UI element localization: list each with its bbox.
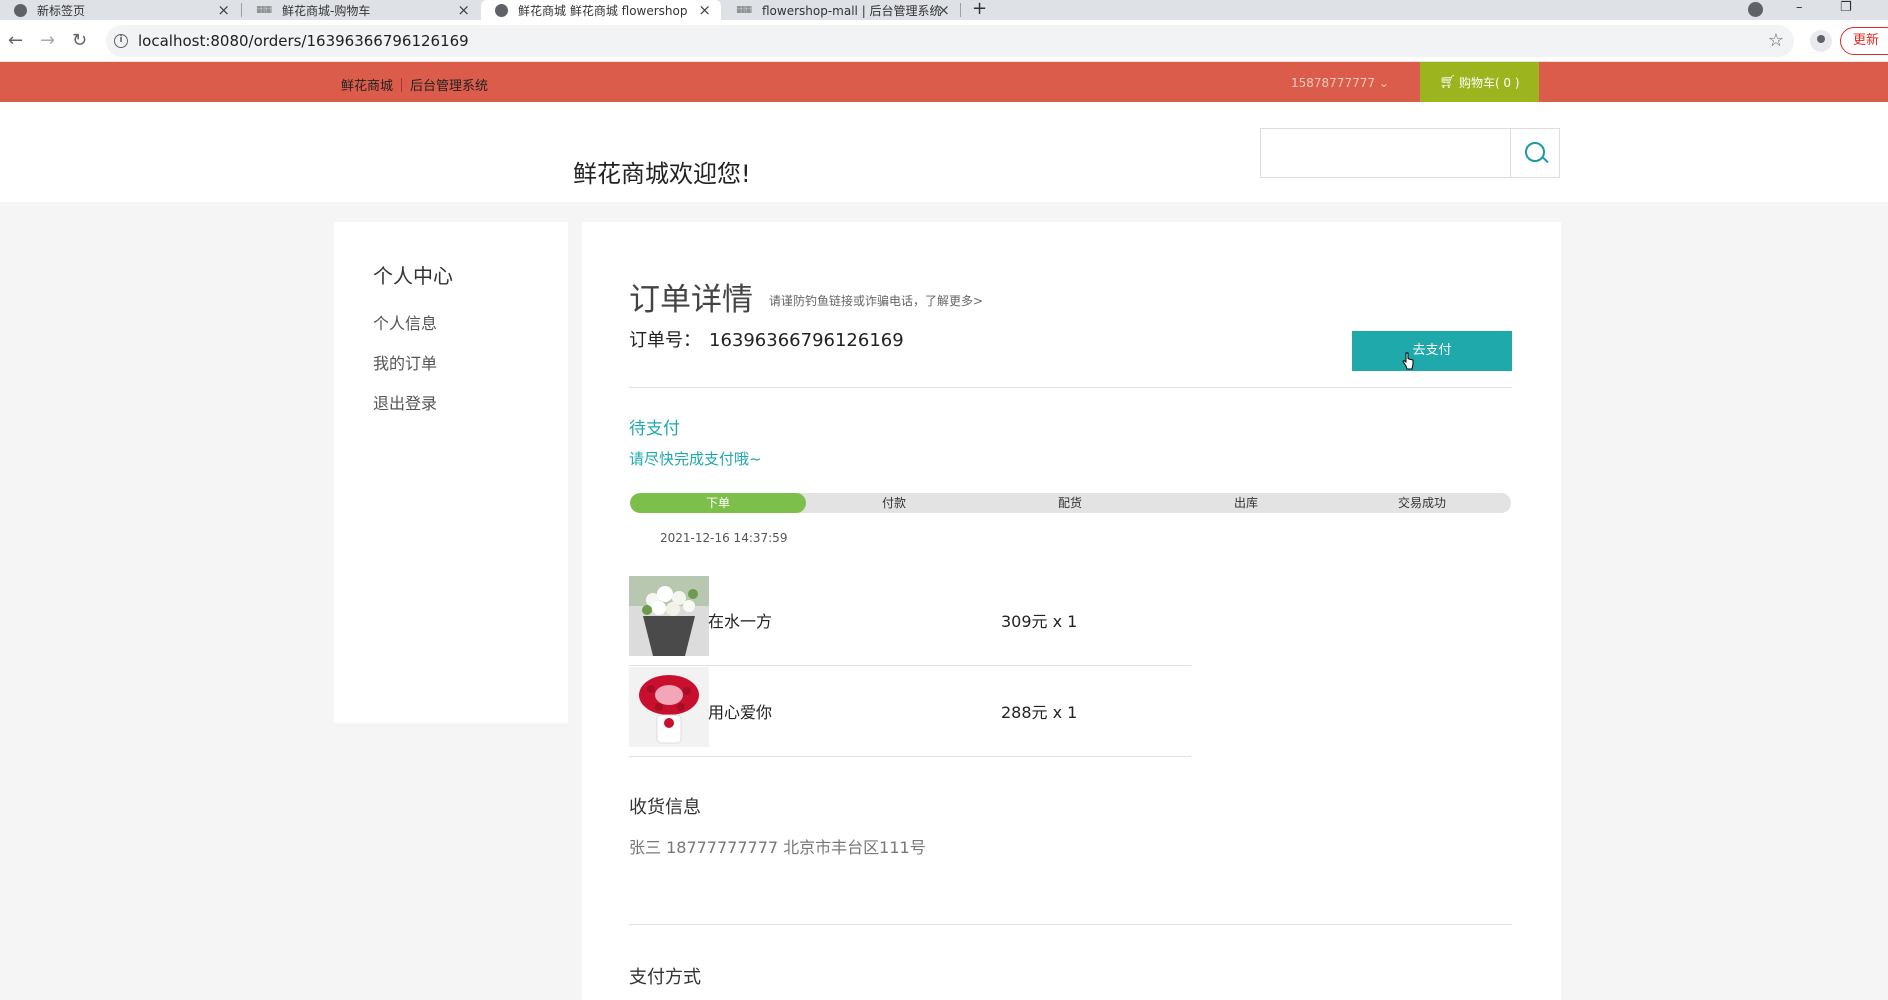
tab-search-icon[interactable]: [1748, 2, 1763, 17]
back-icon[interactable]: ←: [8, 30, 23, 51]
anti-fraud-notice[interactable]: 请谨防钓鱼链接或诈骗电话，了解更多>: [769, 292, 983, 309]
red-roses-image[interactable]: [629, 667, 709, 747]
order-status-hint: 请尽快完成支付哦~: [629, 450, 762, 468]
page-title: 订单详情: [629, 282, 753, 318]
order-status: 待支付: [629, 419, 680, 439]
order-item-price: 288元 x 1: [1001, 703, 1078, 722]
tab-title: 鲜花商城-购物车: [282, 3, 371, 18]
divider: [629, 924, 1512, 925]
divider: [629, 387, 1512, 388]
info-icon[interactable]: i: [114, 34, 128, 48]
sidebar-item-orders[interactable]: 我的订单: [373, 350, 437, 374]
url-field[interactable]: i localhost:8080/orders/1639636679612616…: [106, 25, 1794, 57]
new-tab-icon[interactable]: +: [972, 0, 987, 19]
globe-icon: [495, 3, 508, 17]
globe-icon: [14, 3, 27, 17]
payment-method-heading: 支付方式: [629, 967, 701, 988]
tab-separator: [960, 3, 961, 17]
nav-link-mall[interactable]: 鲜花商城: [341, 75, 393, 94]
account-phone: 15878777777: [1291, 76, 1375, 90]
order-item-name[interactable]: 在水一方: [708, 608, 772, 632]
close-tab-icon[interactable]: ×: [217, 1, 230, 19]
update-button[interactable]: 更新: [1840, 27, 1888, 55]
cart-label: 购物车( 0 ): [1458, 75, 1520, 90]
shipping-address: 张三 18777777777 北京市丰台区111号: [629, 838, 926, 857]
order-item-name[interactable]: 用心爱你: [708, 699, 772, 723]
top-nav: 鲜花商城 后台管理系统: [341, 75, 488, 94]
order-detail-panel: 订单详情 请谨防钓鱼链接或诈骗电话，了解更多> 订单号： 163963667961…: [582, 222, 1561, 1000]
tab-title: flowershop-mall | 后台管理系统: [762, 3, 942, 18]
close-tab-icon[interactable]: ×: [698, 1, 711, 19]
browser-address-bar: ← → ↻ i localhost:8080/orders/1639636679…: [0, 20, 1888, 62]
sidebar-title: 个人中心: [373, 264, 453, 288]
url-text[interactable]: localhost:8080/orders/16396366796126169: [138, 32, 469, 50]
order-progress-bar: 下单 付款 配货 出库 交易成功: [630, 493, 1511, 513]
order-time: 2021-12-16 14:37:59: [660, 531, 788, 545]
search-button[interactable]: [1510, 129, 1559, 177]
tab-title: 鲜花商城 鲜花商城 flowershop: [518, 3, 688, 18]
site-header: 鲜花商城欢迎您!: [0, 102, 1888, 202]
user-center-sidebar: 个人中心 个人信息 我的订单 退出登录: [334, 222, 568, 723]
progress-step-pick: 配货: [1057, 496, 1082, 510]
close-tab-icon[interactable]: ×: [457, 1, 470, 19]
progress-step-done: 交易成功: [1397, 496, 1446, 510]
browser-tab-active[interactable]: 鲜花商城 鲜花商城 flowershop ×: [481, 0, 721, 20]
progress-step-pay: 付款: [881, 496, 906, 510]
order-number: 订单号： 16396366796126169: [629, 326, 904, 352]
sidebar-item-logout[interactable]: 退出登录: [373, 390, 437, 414]
browser-tab[interactable]: 新标签页 ×: [0, 0, 240, 20]
white-bouquet-image[interactable]: [629, 576, 709, 656]
search-icon: [1525, 142, 1545, 162]
bookmark-star-icon[interactable]: ☆: [1768, 30, 1784, 51]
order-item-price: 309元 x 1: [1001, 612, 1078, 631]
profile-icon[interactable]: [1810, 30, 1832, 52]
account-dropdown[interactable]: 15878777777 ⌄: [1291, 76, 1389, 90]
minimize-icon[interactable]: –: [1796, 0, 1803, 15]
site-favicon-icon: ▦▦: [256, 4, 272, 15]
reload-icon[interactable]: ↻: [72, 30, 87, 51]
progress-step-order: 下单: [705, 496, 730, 510]
nav-link-admin[interactable]: 后台管理系统: [410, 75, 488, 94]
pay-button[interactable]: 去支付: [1352, 331, 1512, 371]
restore-icon[interactable]: ❐: [1840, 0, 1852, 15]
browser-tab-bar: 新标签页 × ▦▦ 鲜花商城-购物车 × 鲜花商城 鲜花商城 flowersho…: [0, 0, 1888, 20]
order-number-label: 订单号：: [629, 330, 701, 351]
site-favicon-icon: ▦▦: [736, 4, 752, 15]
cart-button[interactable]: 🛒︎ 购物车( 0 ): [1420, 62, 1539, 102]
shipping-heading: 收货信息: [629, 797, 701, 818]
cart-icon: 🛒︎: [1439, 74, 1456, 90]
order-item-row: 在水一方 309元 x 1: [629, 576, 1191, 666]
forward-icon[interactable]: →: [40, 30, 55, 51]
search-input[interactable]: [1261, 129, 1510, 177]
order-item-row: 用心爱你 288元 x 1: [629, 667, 1191, 757]
progress-step-ship: 出库: [1233, 496, 1258, 510]
order-number-value: 16396366796126169: [709, 330, 904, 351]
sidebar-item-profile[interactable]: 个人信息: [373, 310, 437, 334]
close-tab-icon[interactable]: ×: [937, 1, 950, 19]
site-top-bar: 鲜花商城 后台管理系统 15878777777 ⌄ 🛒︎ 购物车( 0 ): [0, 62, 1888, 102]
welcome-title: 鲜花商城欢迎您!: [573, 160, 751, 188]
browser-tab[interactable]: ▦▦ 鲜花商城-购物车 ×: [242, 0, 480, 20]
search-box: [1260, 128, 1560, 178]
hand-cursor-icon: [1402, 352, 1414, 370]
nav-divider: [401, 77, 403, 92]
chevron-down-icon: ⌄: [1378, 76, 1389, 90]
browser-tab[interactable]: ▦▦ flowershop-mall | 后台管理系统 ×: [722, 0, 960, 20]
tab-title: 新标签页: [37, 3, 86, 18]
